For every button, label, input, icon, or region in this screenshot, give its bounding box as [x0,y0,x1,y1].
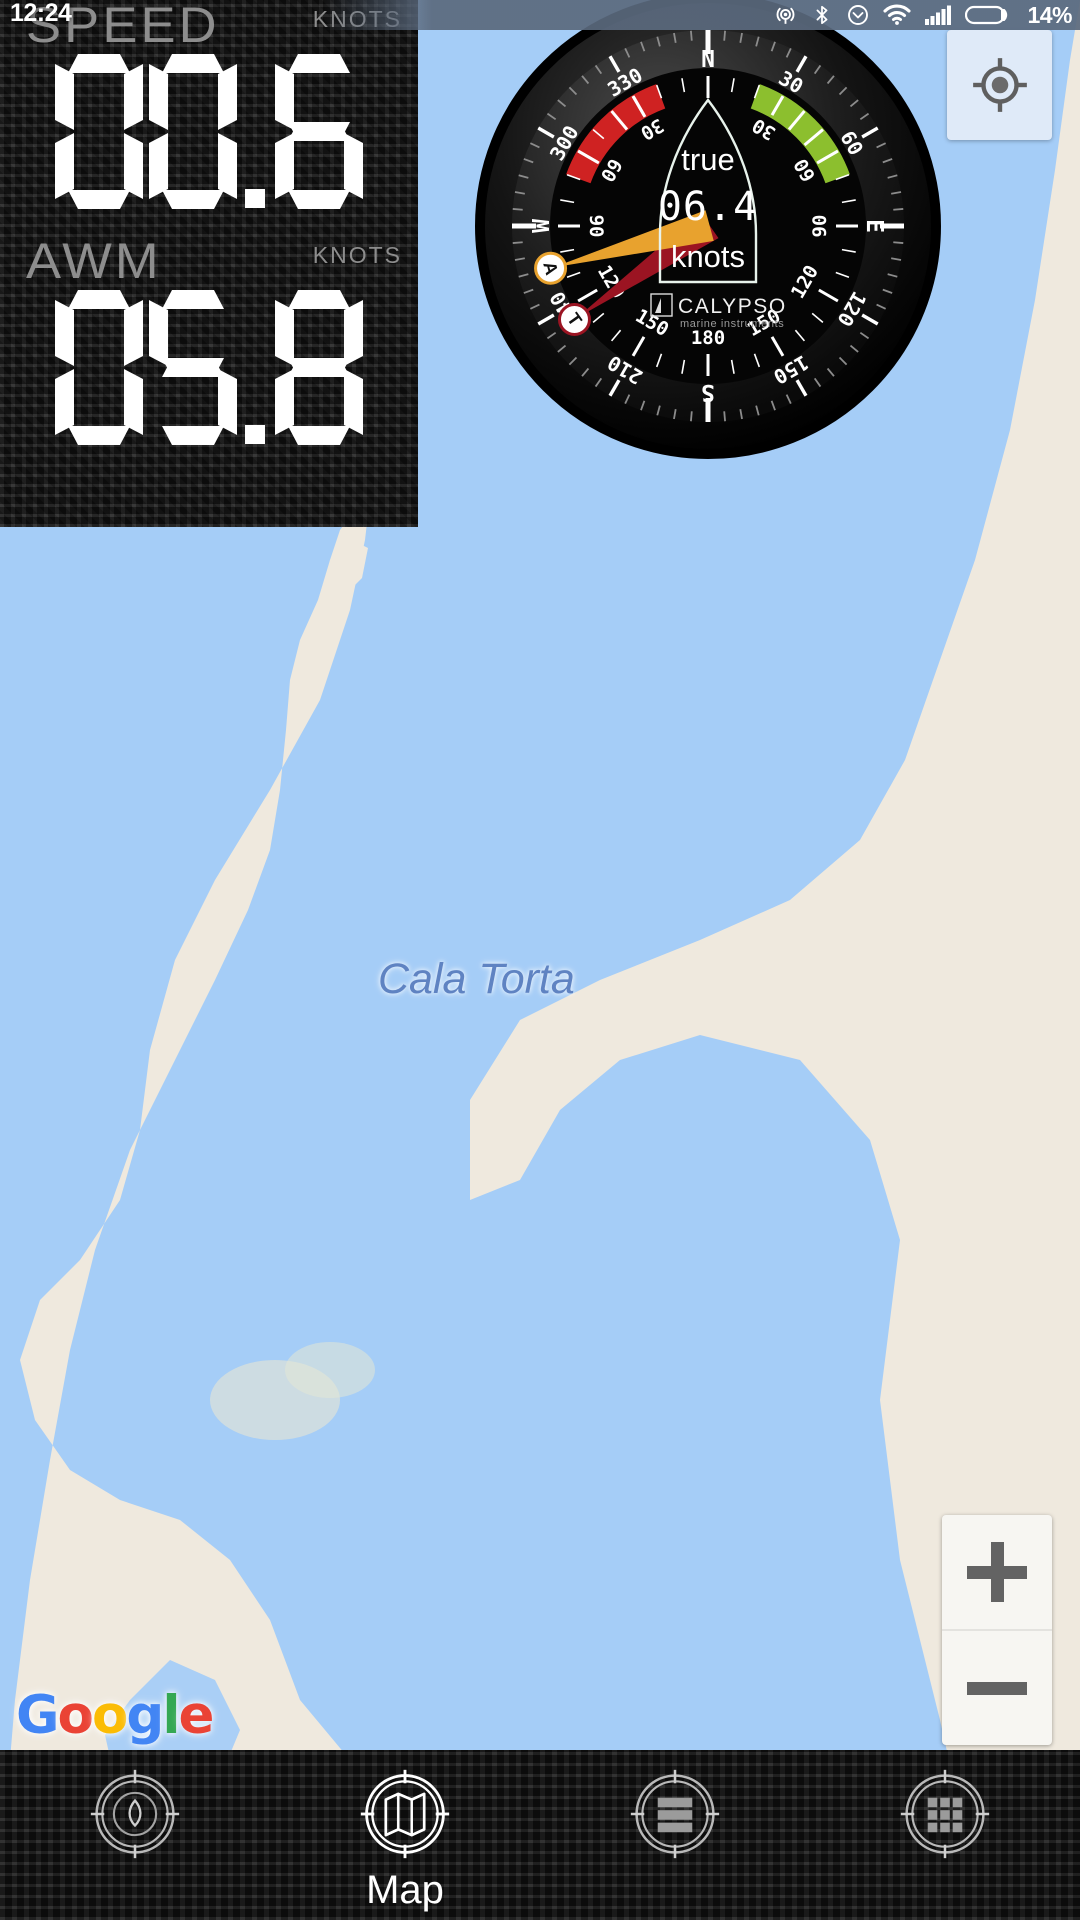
bluetooth-icon [811,3,833,27]
instrument-speed-value [0,52,418,210]
seven-segment-digit [275,288,363,446]
digit-decimal-point [243,52,269,210]
google-logo-letter: g [126,1685,164,1746]
nav-item-grid[interactable] [845,1766,1045,1868]
grid-icon [900,1769,990,1859]
status-clock: 12:24 [10,0,72,27]
battery-percent: 14% [1027,1,1072,28]
nav-item-instruments[interactable] [35,1766,235,1868]
wind-gauge-graphic: N3060E120150S210240W300330 3060901201501… [475,0,941,459]
seven-segment-digit [149,52,237,210]
seven-segment-digit [55,52,143,210]
instrument-awm-title: AWM [26,233,162,289]
instrument-awm-header: AWM KNOTS [0,233,418,289]
cellular-signal-icon [924,4,952,26]
readout-unit: knots [671,239,745,274]
google-attribution: Google [16,1685,214,1746]
compass-label: N [701,47,715,73]
google-logo-letter: e [178,1685,214,1746]
instrument-speed[interactable]: SPEED KNOTS [0,0,418,210]
list-icon [630,1769,720,1859]
wind-gauge[interactable]: N3060E120150S210240W300330 3060901201501… [448,0,968,522]
zoom-in-button[interactable] [942,1515,1052,1631]
inner-scale-label: 180 [691,327,725,349]
alarm-icon [846,3,870,27]
plus-icon-bar [967,1565,1027,1579]
nav-label-map: Map [366,1868,444,1912]
brand-name: CALYPSO [678,295,787,318]
google-logo-letter: l [162,1685,180,1746]
compass-label: S [701,379,715,405]
google-logo-letter: G [16,1685,59,1746]
readout-value: 06.4 [658,184,758,230]
compass-label: E [861,219,887,233]
google-logo-letter: o [91,1685,128,1746]
my-location-icon [972,58,1027,112]
zoom-out-button[interactable] [942,1631,1052,1745]
digit-decimal-point [243,288,269,446]
seven-segment-digit [55,288,143,446]
battery-icon [965,4,1011,26]
nav-item-map[interactable]: Map [305,1766,505,1913]
seven-segment-digit [149,288,237,446]
instrument-awm[interactable]: AWM KNOTS [0,233,418,446]
google-logo-letter: o [57,1685,94,1746]
inner-scale-label: 90 [809,215,831,238]
compass-label: W [529,219,555,233]
bottom-navigation[interactable]: Map [0,1750,1080,1920]
my-location-button[interactable] [947,30,1052,140]
readout-label: true [681,142,734,177]
gps-icon [773,3,798,28]
seven-segment-digit [275,52,363,210]
instrument-awm-value [0,288,418,446]
map-zoom-controls[interactable] [942,1515,1052,1745]
map-icon [360,1769,450,1859]
brand-tagline: marine instruments [680,318,784,330]
nav-item-list[interactable] [575,1766,775,1868]
minus-icon [967,1681,1027,1695]
status-bar: 12:24 14% [0,0,1080,30]
wifi-icon [883,4,912,26]
instrument-panel[interactable]: SPEED KNOTS AWM KNOTS [0,0,418,527]
status-icons: 14% [773,0,1072,30]
instrument-awm-unit: KNOTS [312,242,402,268]
app-screen: Cala Torta Google SPEED KNOTS [0,0,1080,1920]
map-place-label: Cala Torta [378,955,575,1003]
compass-instrument-icon [90,1769,180,1859]
inner-scale-label: 90 [585,215,607,238]
